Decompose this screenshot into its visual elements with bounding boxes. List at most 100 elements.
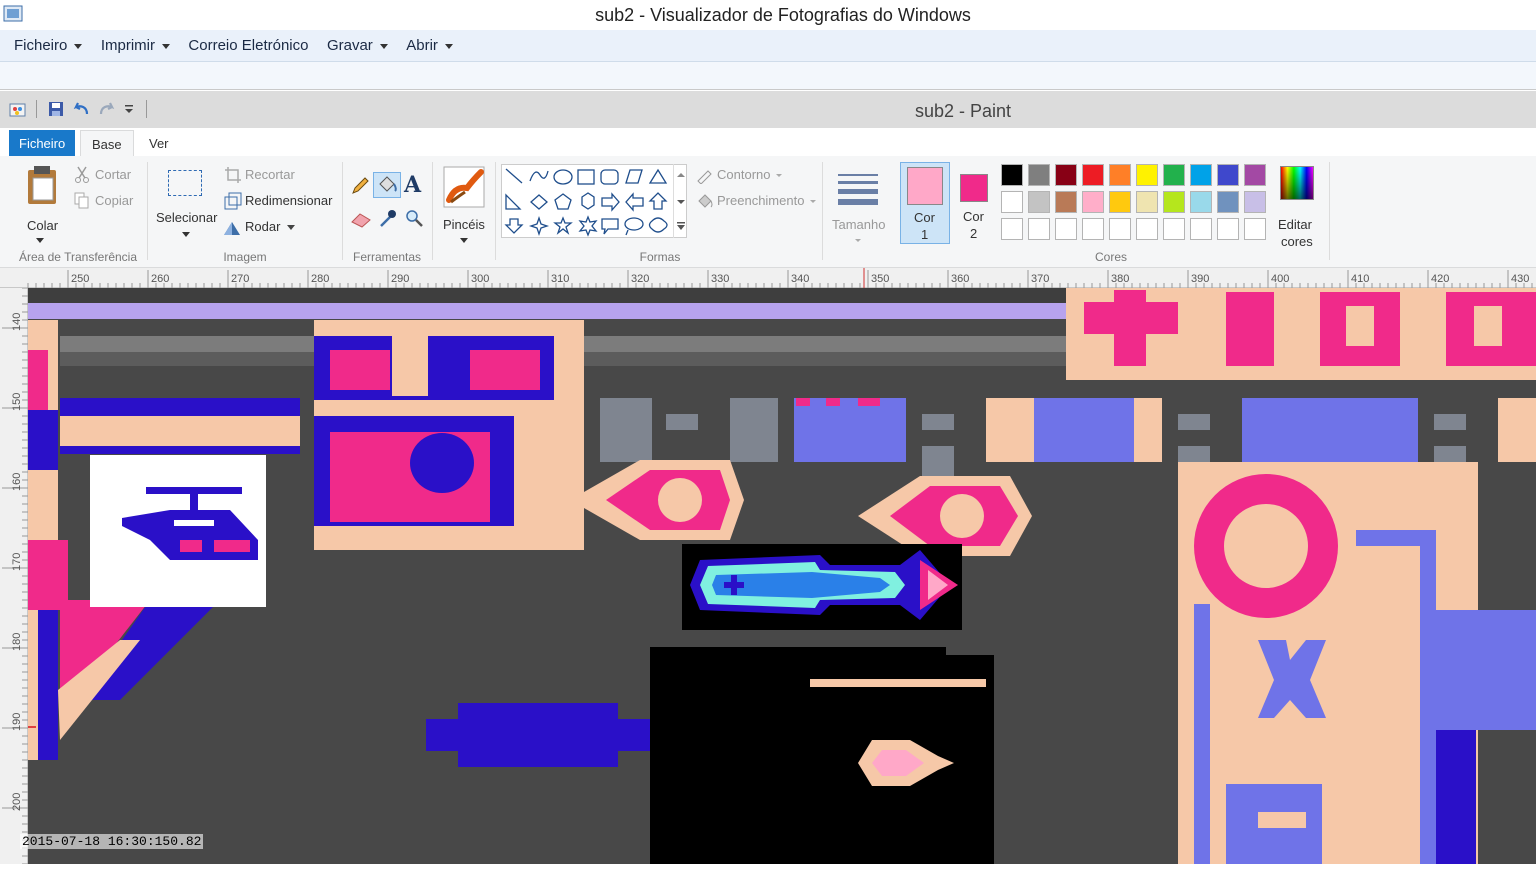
palette-swatch[interactable] — [1244, 164, 1266, 186]
text-tool-icon[interactable]: A — [404, 172, 421, 198]
tools-group-label: Ferramentas — [352, 250, 422, 264]
palette-swatch[interactable] — [1028, 191, 1050, 213]
ruler-label: 190 — [11, 713, 23, 731]
brushes-button[interactable]: Pincéis — [440, 164, 488, 248]
tab-file[interactable]: Ficheiro — [9, 130, 76, 156]
eraser-icon[interactable] — [350, 210, 372, 228]
menu-file[interactable]: Ficheiro — [14, 37, 83, 54]
palette-swatch[interactable] — [1055, 191, 1077, 213]
palette-swatch[interactable] — [1109, 218, 1131, 240]
palette-swatch[interactable] — [1109, 191, 1131, 213]
rotate-icon — [224, 222, 240, 235]
palette-swatch[interactable] — [1190, 191, 1212, 213]
shapes-scroll[interactable] — [673, 164, 687, 238]
ruler-ticks-h: 250 260 270 280 290 300 310 320 330 340 350 360 370 3… — [27, 268, 1533, 288]
palette-swatch[interactable] — [1001, 218, 1023, 240]
shapes-group-label: Formas — [639, 250, 681, 264]
palette-swatch[interactable] — [1082, 218, 1104, 240]
resize-button[interactable]: Redimensionar — [245, 193, 332, 208]
edit-colors-button[interactable]: Editar cores — [1276, 164, 1320, 249]
palette-swatch[interactable] — [1217, 191, 1239, 213]
menu-print[interactable]: Imprimir — [101, 37, 170, 54]
palette-swatch[interactable] — [1136, 191, 1158, 213]
paint-title-bar: sub2 - Paint — [0, 91, 1536, 128]
ruler-label: 260 — [151, 273, 169, 285]
menu-open[interactable]: Abrir — [406, 37, 453, 54]
chevron-down-icon — [182, 232, 190, 237]
shapes-gallery[interactable] — [501, 164, 687, 238]
palette-swatch[interactable] — [1109, 164, 1131, 186]
color2-swatch — [960, 174, 988, 202]
palette-swatch[interactable] — [1190, 218, 1212, 240]
palette-swatch[interactable] — [1055, 164, 1077, 186]
copy-button[interactable]: Copiar — [95, 193, 133, 208]
palette-swatch[interactable] — [1217, 218, 1239, 240]
cut-button[interactable]: Cortar — [95, 167, 131, 182]
palette-swatch[interactable] — [1163, 164, 1185, 186]
crop-button[interactable]: Recortar — [245, 167, 295, 182]
group-divider — [495, 162, 496, 260]
group-divider — [147, 162, 148, 260]
ruler-label: 270 — [231, 273, 249, 285]
ruler-label: 410 — [1351, 273, 1369, 285]
image-group-label: Imagem — [223, 250, 267, 264]
brush-icon — [443, 166, 485, 208]
ruler-label: 250 — [71, 273, 89, 285]
horizontal-ruler: 250 260 270 280 290 300 310 320 330 340 350 360 370 3… — [0, 268, 1536, 288]
color1-button[interactable]: Cor 1 — [900, 162, 950, 244]
color2-button[interactable]: Cor 2 — [954, 162, 996, 244]
chevron-down-icon — [36, 238, 44, 243]
color2-label: Cor — [963, 209, 984, 224]
size-line-1 — [838, 174, 878, 176]
copy-icon — [74, 192, 89, 209]
palette-swatch[interactable] — [1055, 218, 1077, 240]
fill-tool-button[interactable] — [373, 172, 401, 198]
palette-swatch[interactable] — [1244, 191, 1266, 213]
palette-swatch[interactable] — [1163, 218, 1185, 240]
palette-swatch[interactable] — [1028, 218, 1050, 240]
palette-swatch[interactable] — [1217, 164, 1239, 186]
pencil-icon[interactable] — [350, 176, 370, 196]
palette-swatch[interactable] — [1163, 191, 1185, 213]
group-divider — [342, 162, 343, 260]
palette-swatch[interactable] — [1001, 191, 1023, 213]
palette-swatch[interactable] — [1244, 218, 1266, 240]
color2-num: 2 — [970, 226, 978, 241]
menu-email[interactable]: Correio Eletrónico — [188, 37, 308, 54]
scissors-icon — [75, 166, 89, 183]
viewer-title-text: sub2 - Visualizador de Fotografias do Wi… — [595, 5, 971, 25]
color-picker-icon[interactable] — [378, 208, 398, 228]
ruler-label: 310 — [551, 273, 569, 285]
outline-icon — [697, 170, 712, 184]
outline-button[interactable]: Contorno — [717, 167, 783, 182]
size-label: Tamanho — [832, 217, 886, 232]
fill-button[interactable]: Preenchimento — [717, 193, 817, 208]
size-button[interactable]: Tamanho — [830, 164, 888, 248]
rotate-button[interactable]: Rodar — [245, 219, 296, 234]
group-divider — [822, 162, 823, 260]
fill-bucket-icon — [379, 176, 397, 192]
ruler-label: 360 — [951, 273, 969, 285]
palette-swatch[interactable] — [1082, 191, 1104, 213]
palette-swatch[interactable] — [1001, 164, 1023, 186]
palette-swatch[interactable] — [1028, 164, 1050, 186]
menu-burn[interactable]: Gravar — [327, 37, 388, 54]
scroll-arrows-icon — [677, 173, 685, 230]
vertical-ruler: 140 150 160 170 180 190 200 — [0, 287, 28, 865]
palette-swatch[interactable] — [1082, 164, 1104, 186]
magnifier-icon[interactable] — [404, 208, 424, 228]
select-button[interactable]: Selecionar — [154, 166, 220, 246]
tab-view[interactable]: Ver — [138, 130, 180, 154]
palette-swatch[interactable] — [1190, 164, 1212, 186]
palette-swatch[interactable] — [1136, 218, 1158, 240]
tab-home[interactable]: Base — [80, 130, 134, 156]
timestamp-overlay: 2015-07-18 16:30:150.82 — [20, 834, 204, 849]
outline-label: Contorno — [717, 167, 771, 182]
paint-canvas[interactable] — [28, 288, 1536, 864]
chevron-down-icon — [74, 43, 83, 49]
paste-button[interactable]: Colar — [22, 164, 66, 246]
ribbon-tabs: Ficheiro Base Ver — [0, 128, 1536, 156]
paste-icon — [28, 166, 56, 204]
palette-swatch[interactable] — [1136, 164, 1158, 186]
select-label: Selecionar — [156, 210, 218, 225]
